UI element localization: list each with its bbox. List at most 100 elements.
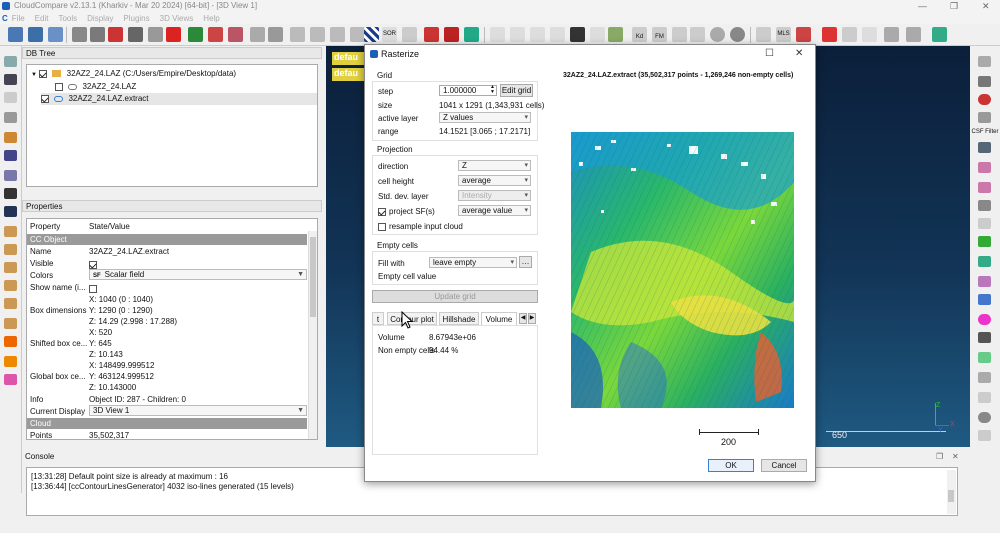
plus-icon[interactable]	[570, 27, 585, 42]
filter-icon[interactable]	[350, 27, 365, 42]
project-sf-select[interactable]: average value ▾	[458, 205, 531, 216]
scalar-icon[interactable]	[268, 27, 283, 42]
canupo-classify-icon[interactable]	[906, 27, 921, 42]
direction-select[interactable]: Z ▾	[458, 160, 531, 171]
menu-file[interactable]: File	[12, 14, 25, 23]
open-icon[interactable]	[8, 27, 23, 42]
minus-icon[interactable]	[590, 27, 605, 42]
segmentation-icon[interactable]	[842, 27, 857, 42]
segment-icon[interactable]	[128, 27, 143, 42]
box-view-icon[interactable]	[4, 262, 17, 273]
tab-scroll-left-icon[interactable]: ◀	[519, 313, 527, 324]
compass-icon[interactable]	[756, 27, 771, 42]
active-layer-select[interactable]: Z values ▾	[439, 112, 531, 123]
project-sf-row[interactable]: project SF(s)	[378, 207, 435, 216]
fill-icon[interactable]	[672, 27, 687, 42]
fm-icon[interactable]: FM	[652, 27, 667, 42]
globe-icon[interactable]	[710, 27, 725, 42]
tree-item-cloud[interactable]: 32AZ2_24.LAZ	[55, 81, 136, 93]
cancel-button[interactable]: Cancel	[761, 459, 807, 472]
sample-points-icon[interactable]	[108, 27, 123, 42]
ok-button[interactable]: OK	[708, 459, 754, 472]
maximize-icon[interactable]: ❐	[950, 0, 958, 12]
spin-icon[interactable]: ▲ ▼	[490, 85, 495, 95]
sor-icon[interactable]: SOR	[382, 27, 397, 42]
magnet-icon[interactable]	[978, 332, 991, 343]
tab-hillshade[interactable]: Hillshade	[439, 312, 479, 325]
menu-edit[interactable]: Edit	[35, 14, 49, 23]
m3c2-icon[interactable]	[978, 182, 991, 193]
prop-name-value[interactable]: 32AZ2_24.LAZ.extract	[89, 246, 169, 257]
hand-icon[interactable]	[978, 430, 991, 441]
tab-volume[interactable]: Volume	[481, 312, 517, 325]
current-display-select[interactable]: 3D View 1 ▼	[89, 405, 307, 416]
tree-item-extract[interactable]: 32AZ2_24.LAZ.extract	[41, 93, 317, 105]
close-icon[interactable]: ✕	[795, 45, 803, 63]
maximize-icon[interactable]: ☐	[765, 45, 774, 63]
north-icon[interactable]	[978, 142, 991, 153]
box-view-icon[interactable]	[4, 318, 17, 329]
clone-icon[interactable]	[48, 27, 63, 42]
ellipse-icon[interactable]	[978, 314, 991, 325]
close-icon[interactable]: ✕	[952, 451, 959, 463]
octree-icon[interactable]	[228, 27, 243, 42]
float-icon[interactable]: ❐	[936, 451, 943, 463]
colors-select[interactable]: SF Scalar field ▼	[89, 269, 307, 280]
move-icon[interactable]	[4, 188, 17, 199]
delete-icon[interactable]	[166, 27, 181, 42]
rotate-icon[interactable]	[4, 150, 17, 161]
update-grid-button[interactable]: Update grid	[372, 290, 538, 303]
resample-row[interactable]: resample input cloud	[378, 222, 463, 231]
pick-icon[interactable]	[4, 132, 17, 143]
cloud-visibility-checkbox[interactable]	[55, 82, 63, 91]
cube-icon[interactable]	[4, 170, 17, 181]
zoom-1-icon[interactable]	[4, 92, 17, 103]
properties-scrollbar[interactable]	[308, 231, 317, 439]
list-icon[interactable]	[90, 27, 105, 42]
menu-tools[interactable]: Tools	[58, 14, 77, 23]
registration-icon[interactable]	[310, 27, 325, 42]
resample-checkbox[interactable]	[378, 222, 386, 231]
minimize-icon[interactable]: —	[918, 0, 927, 12]
cut-icon[interactable]	[978, 218, 991, 229]
plane-icon[interactable]	[444, 27, 459, 42]
sphere-icon[interactable]	[730, 27, 745, 42]
console-scrollbar[interactable]	[947, 470, 956, 514]
axis-icon[interactable]	[530, 27, 545, 42]
pca-icon[interactable]	[978, 276, 991, 287]
menu-3d-views[interactable]: 3D Views	[160, 14, 194, 23]
front-view-icon[interactable]	[4, 336, 17, 347]
edit-grid-button[interactable]: Edit grid	[500, 84, 533, 97]
menu-display[interactable]: Display	[87, 14, 113, 23]
mesh-tool-icon[interactable]	[978, 352, 991, 363]
m3c2-icon[interactable]	[978, 162, 991, 173]
grid-icon[interactable]	[978, 392, 991, 403]
pcl-icon[interactable]	[796, 27, 811, 42]
cross-icon[interactable]	[424, 27, 439, 42]
tab-hidden[interactable]: t	[372, 312, 384, 325]
shield-icon[interactable]	[978, 200, 991, 211]
tab-scroll-right-icon[interactable]: ▶	[528, 313, 536, 324]
magnifier-icon[interactable]	[4, 206, 17, 217]
histogram-icon[interactable]	[490, 27, 505, 42]
mls-icon[interactable]: MLS	[776, 27, 791, 42]
circle-icon[interactable]	[978, 94, 991, 105]
wave-icon[interactable]	[978, 372, 991, 383]
fill-options-button[interactable]: …	[519, 256, 532, 268]
contour-icon[interactable]	[464, 27, 479, 42]
shield-icon[interactable]	[978, 112, 991, 123]
close-window-icon[interactable]: ✕	[982, 0, 990, 12]
folder-visibility-checkbox[interactable]	[39, 69, 48, 78]
cell-height-select[interactable]: average ▾	[458, 175, 531, 186]
plugin-icon[interactable]	[932, 27, 947, 42]
graph-icon[interactable]	[550, 27, 565, 42]
kdtree-icon[interactable]: Kd	[632, 27, 647, 42]
save-icon[interactable]	[28, 27, 43, 42]
step-input[interactable]: 1.000000 ▲ ▼	[439, 85, 497, 96]
rasterize-icon[interactable]	[364, 27, 379, 42]
distance-icon[interactable]	[290, 27, 305, 42]
crop-icon[interactable]	[330, 27, 345, 42]
camera-icon[interactable]	[4, 74, 17, 85]
project-sf-checkbox[interactable]	[378, 207, 386, 216]
csf-filter-label[interactable]: CSF Filter	[970, 129, 1000, 135]
